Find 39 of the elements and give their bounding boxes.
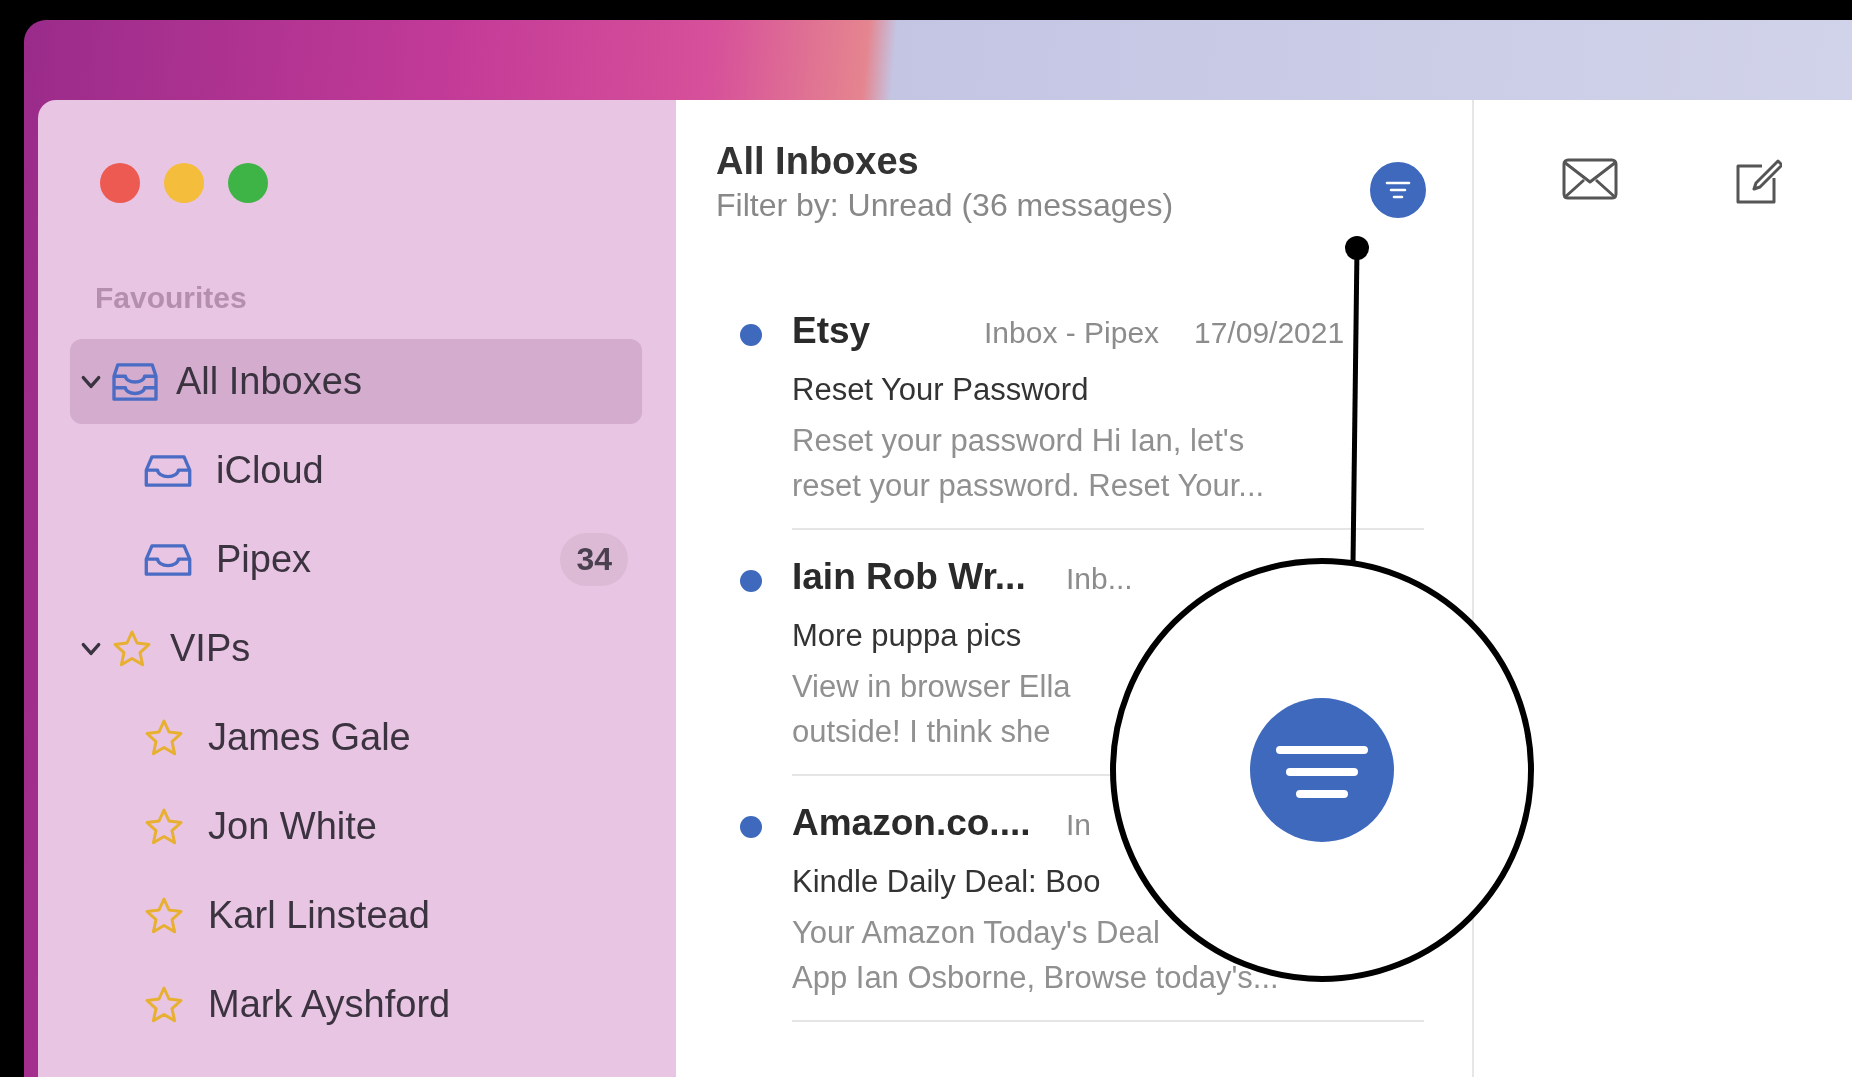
inbox-stack-icon	[112, 360, 158, 403]
star-icon	[144, 984, 184, 1025]
magnified-filter-icon	[1250, 698, 1394, 842]
filter-button[interactable]	[1370, 162, 1426, 218]
sender-name: Etsy	[792, 310, 872, 352]
unread-count-badge: 34	[560, 533, 628, 586]
message-preview: reset your password. Reset Your...	[792, 467, 1266, 505]
message-preview: Your Amazon Today's Deal	[792, 914, 1161, 952]
message-preview: App Ian Osborne, Browse today's...	[792, 959, 1280, 997]
sender-name: Iain Rob Wr...	[792, 556, 1027, 598]
star-icon	[144, 895, 184, 936]
sidebar-item[interactable]: Mark Ayshford	[70, 962, 642, 1047]
mailbox-name: In	[1066, 808, 1093, 842]
inbox-icon	[144, 542, 192, 577]
star-icon	[144, 806, 184, 847]
mailbox-name: Inb...	[1066, 562, 1134, 596]
sidebar-item[interactable]: iCloud	[70, 428, 642, 513]
sidebar-item[interactable]: Karl Linstead	[70, 873, 642, 958]
star-icon	[112, 628, 152, 669]
envelope-icon[interactable]	[1562, 158, 1618, 200]
mailbox-title: All Inboxes	[716, 140, 920, 183]
sidebar-item[interactable]: All Inboxes	[70, 339, 642, 424]
sidebar-item[interactable]: James Gale	[70, 695, 642, 780]
message-preview: Reset your password Hi Ian, let's	[792, 422, 1246, 460]
star-icon	[144, 717, 184, 758]
message-subject: Kindle Daily Deal: Boo	[792, 863, 1102, 901]
sender-name: Amazon.co....	[792, 802, 1032, 844]
sidebar-item[interactable]: Pipex 34	[70, 517, 642, 602]
message-subject: Reset Your Password	[792, 371, 1090, 409]
filter-status: Filter by: Unread (36 messages)	[716, 187, 1175, 224]
message-subject: More puppa pics	[792, 617, 1023, 655]
mailbox-name: Inbox - Pipex	[984, 316, 1161, 350]
message-preview: View in browser Ella	[792, 668, 1072, 706]
sidebar-item[interactable]: VIPs	[70, 606, 642, 691]
filter-icon	[1383, 180, 1413, 200]
message-date: 17/09/2021	[1194, 316, 1345, 350]
message-preview: outside! I think she	[792, 713, 1052, 751]
sidebar-item[interactable]: Jon White	[70, 784, 642, 869]
inbox-icon	[144, 453, 192, 488]
